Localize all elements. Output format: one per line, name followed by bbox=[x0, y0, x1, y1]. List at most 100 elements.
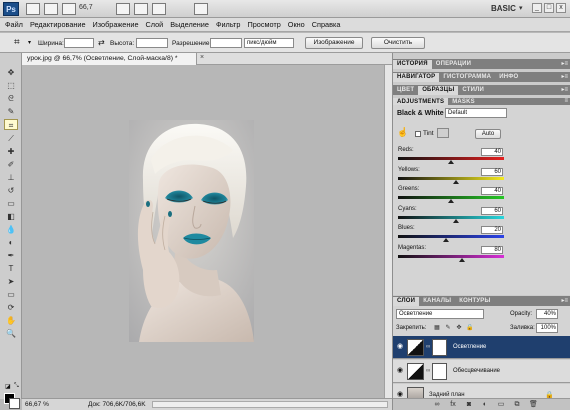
menu-image[interactable]: Изображение bbox=[93, 20, 139, 29]
layer-style-icon[interactable]: fx bbox=[449, 401, 457, 409]
3d-rotate-tool-icon[interactable]: ⟳ bbox=[4, 302, 18, 313]
default-colors-icon[interactable]: ◪ bbox=[5, 383, 11, 390]
gradient-tool-icon[interactable]: ◧ bbox=[4, 211, 18, 222]
shape-tool-icon[interactable]: ▭ bbox=[4, 289, 18, 300]
healing-brush-tool-icon[interactable]: ✚ bbox=[4, 146, 18, 157]
layer-row-desaturate[interactable]: ◉ ∞ Обесцвечивание bbox=[393, 360, 570, 383]
zoom-tool-icon[interactable]: 🔍 bbox=[4, 328, 18, 339]
crop-tool-icon[interactable]: ⌗ bbox=[14, 37, 26, 49]
link-layers-icon[interactable]: ∞ bbox=[433, 401, 441, 409]
auto-button[interactable]: Auto bbox=[475, 129, 501, 139]
tint-checkbox[interactable] bbox=[415, 131, 421, 137]
panel-menu-icon[interactable]: ▸≡ bbox=[561, 60, 568, 67]
crop-tool-icon[interactable]: ⌗ bbox=[4, 119, 18, 130]
layer-mask-thumbnail[interactable] bbox=[432, 339, 447, 356]
slider-value-input[interactable]: 60 bbox=[481, 167, 503, 176]
hand-tool-icon[interactable] bbox=[116, 3, 130, 15]
menu-view[interactable]: Просмотр bbox=[247, 20, 280, 29]
resolution-input[interactable] bbox=[210, 38, 242, 48]
quick-selection-tool-icon[interactable]: ✎ bbox=[4, 106, 18, 117]
visibility-eye-icon[interactable]: ◉ bbox=[396, 343, 404, 351]
tab-info[interactable]: ИНФО bbox=[495, 73, 522, 82]
view-extras-icon[interactable] bbox=[44, 3, 58, 15]
blur-tool-icon[interactable]: 💧 bbox=[4, 224, 18, 235]
slider-track[interactable] bbox=[398, 215, 504, 219]
pen-tool-icon[interactable]: ✒ bbox=[4, 250, 18, 261]
menu-edit[interactable]: Редактирование bbox=[30, 20, 86, 29]
tab-history[interactable]: ИСТОРИЯ bbox=[393, 60, 432, 69]
status-zoom-level[interactable]: 66,67 % bbox=[25, 401, 49, 408]
slider-thumb[interactable] bbox=[453, 179, 460, 184]
blend-mode-select[interactable]: Осветление bbox=[396, 309, 484, 319]
close-window-button[interactable]: x bbox=[556, 3, 566, 13]
background-color-swatch[interactable] bbox=[9, 398, 20, 409]
lock-pixels-icon[interactable]: ✎ bbox=[444, 324, 452, 332]
close-tab-icon[interactable]: × bbox=[200, 54, 204, 61]
lock-position-icon[interactable]: ✥ bbox=[455, 324, 463, 332]
lock-transparency-icon[interactable]: ▦ bbox=[433, 324, 441, 332]
width-input[interactable] bbox=[64, 38, 94, 48]
slider-track[interactable] bbox=[398, 254, 504, 258]
chain-link-icon[interactable]: ∞ bbox=[426, 344, 430, 350]
type-tool-icon[interactable]: T bbox=[4, 263, 18, 274]
visibility-eye-icon[interactable]: ◉ bbox=[396, 367, 404, 375]
eyedropper-tool-icon[interactable]: ⟋ bbox=[4, 133, 18, 144]
slider-track[interactable] bbox=[398, 235, 504, 238]
fill-input[interactable]: 100% bbox=[536, 323, 558, 333]
lock-all-icon[interactable]: 🔒 bbox=[466, 324, 474, 332]
panel-menu-icon[interactable]: ▸≡ bbox=[561, 86, 568, 93]
slider-value-input[interactable]: 40 bbox=[481, 187, 503, 195]
rotate-view-icon[interactable] bbox=[134, 3, 148, 15]
new-layer-icon[interactable]: ⧉ bbox=[513, 401, 521, 409]
slider-value-input[interactable]: 60 bbox=[481, 206, 503, 215]
tab-styles[interactable]: СТИЛИ bbox=[458, 86, 488, 95]
canvas-area[interactable] bbox=[22, 65, 384, 398]
zoom-level-display[interactable]: 66,7 bbox=[79, 4, 93, 11]
layer-row-dodge[interactable]: ◉ ∞ Осветление bbox=[393, 336, 570, 359]
chain-link-icon[interactable]: ∞ bbox=[426, 368, 430, 374]
panel-menu-icon[interactable]: ▸≡ bbox=[561, 73, 568, 80]
dodge-tool-icon[interactable]: ◐ bbox=[4, 237, 18, 248]
tab-navigator[interactable]: НАВИГАТОР bbox=[393, 73, 440, 82]
new-adjustment-icon[interactable]: ◐ bbox=[481, 401, 489, 409]
new-group-icon[interactable]: ▭ bbox=[497, 401, 505, 409]
resolution-unit-select[interactable]: пикс/дюйм bbox=[244, 38, 294, 48]
panel-menu-icon[interactable]: ≡ bbox=[564, 98, 568, 104]
menu-filter[interactable]: Фильтр bbox=[216, 20, 241, 29]
tab-color[interactable]: ЦВЕТ bbox=[393, 86, 418, 95]
move-tool-icon[interactable]: ✥ bbox=[4, 67, 18, 78]
add-mask-icon[interactable]: ◙ bbox=[465, 401, 473, 409]
clear-button[interactable]: Очистить bbox=[371, 37, 425, 49]
tab-swatches[interactable]: ОБРАЗЦЫ bbox=[418, 86, 459, 95]
layer-mask-thumbnail[interactable] bbox=[432, 363, 447, 380]
arrange-documents-icon[interactable] bbox=[152, 3, 166, 15]
slider-thumb[interactable] bbox=[448, 160, 454, 164]
opacity-input[interactable]: 40% bbox=[536, 309, 558, 319]
menu-select[interactable]: Выделение bbox=[170, 20, 209, 29]
menu-help[interactable]: Справка bbox=[312, 20, 341, 29]
swap-colors-icon[interactable]: ⤡ bbox=[14, 383, 19, 390]
zoom-level-icon[interactable] bbox=[62, 3, 76, 15]
slider-thumb[interactable] bbox=[442, 238, 449, 242]
tint-color-swatch[interactable] bbox=[437, 128, 449, 138]
horizontal-scrollbar[interactable] bbox=[152, 401, 388, 408]
bridge-icon[interactable] bbox=[26, 3, 40, 15]
tool-preset-chevron-icon[interactable]: ▾ bbox=[28, 39, 31, 46]
document-photo[interactable] bbox=[129, 120, 254, 342]
menu-layer[interactable]: Слой bbox=[146, 20, 164, 29]
preset-select[interactable]: Default bbox=[445, 108, 507, 118]
minimize-button[interactable]: _ bbox=[532, 3, 542, 13]
document-tab[interactable]: урок.jpg @ 66,7% (Осветление, Слой-маска… bbox=[22, 53, 197, 65]
slider-thumb[interactable] bbox=[448, 199, 454, 203]
slider-thumb[interactable] bbox=[458, 257, 465, 262]
height-input[interactable] bbox=[136, 38, 168, 48]
slider-value-input[interactable]: 40 bbox=[481, 148, 503, 156]
swap-dimensions-icon[interactable]: ⇄ bbox=[98, 38, 105, 47]
clone-stamp-tool-icon[interactable]: ⊥ bbox=[4, 172, 18, 183]
delete-layer-icon[interactable]: 🗑 bbox=[529, 401, 538, 409]
workspace-switcher[interactable]: BASIC bbox=[491, 4, 516, 13]
tab-layers[interactable]: СЛОИ bbox=[393, 297, 420, 306]
targeted-adjustment-hand-icon[interactable]: ☝ bbox=[397, 127, 408, 138]
slider-thumb[interactable] bbox=[453, 218, 460, 223]
maximize-button[interactable]: □ bbox=[544, 3, 554, 13]
